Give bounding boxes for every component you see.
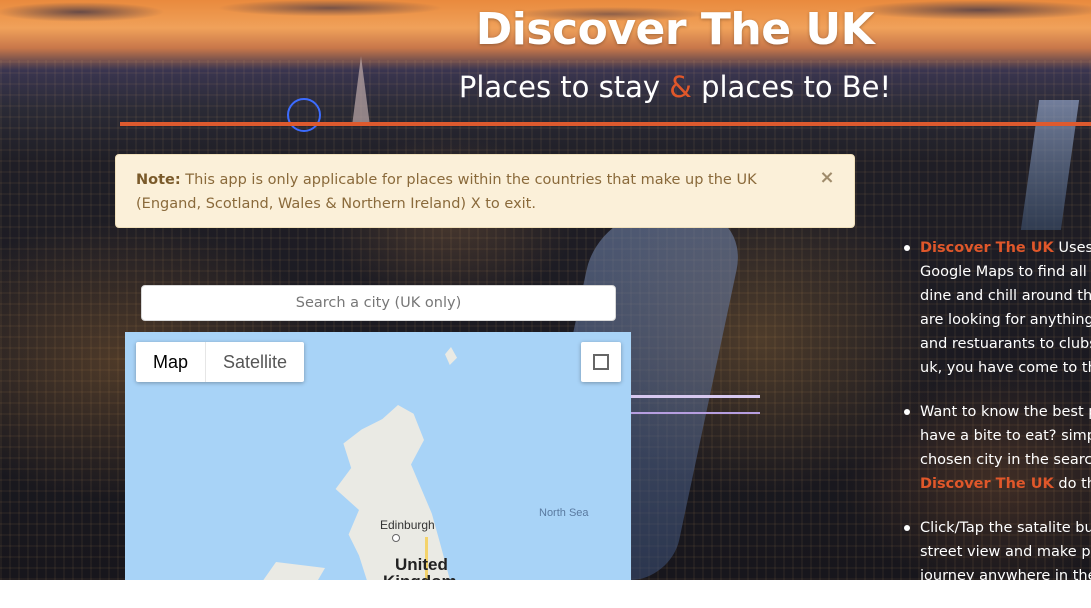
map-type-satellite-button[interactable]: Satellite — [205, 342, 304, 382]
alert-label: Note: — [136, 172, 181, 188]
map-type-map-button[interactable]: Map — [136, 342, 205, 382]
info-text: have a bite to eat? simpl — [920, 428, 1091, 444]
map-land-scotland — [335, 405, 450, 580]
map-land-ireland — [255, 562, 325, 580]
map-label-north-sea: North Sea — [539, 507, 589, 519]
tower-bridge — [630, 395, 760, 414]
info-text: and restuarants to clubs — [920, 336, 1091, 352]
note-alert: Note: This app is only applicable for pl… — [115, 154, 855, 228]
map-label-country-2: Kingdom — [383, 572, 457, 580]
info-text: chosen city in the search — [920, 452, 1091, 468]
info-item-3: Click/Tap the satalite bu street view an… — [904, 516, 1091, 588]
subtitle-part-2: places to Be! — [691, 70, 892, 104]
map-label-edinburgh: Edinburgh — [380, 518, 435, 532]
info-text: Google Maps to find all — [920, 264, 1087, 280]
info-item-2: Want to know the best p have a bite to e… — [904, 400, 1091, 496]
subtitle-part-1: Places to stay — [458, 70, 670, 104]
google-map[interactable]: Map Satellite North Sea Edinburgh United… — [125, 332, 631, 580]
info-item-1: Discover The UK Uses t Google Maps to fi… — [904, 236, 1091, 380]
info-text: dine and chill around the — [920, 288, 1091, 304]
info-text: Uses t — [1058, 240, 1091, 256]
map-land-orkney — [445, 347, 457, 365]
info-text: are looking for anything — [920, 312, 1091, 328]
info-text: Click/Tap the satalite bu — [920, 520, 1091, 536]
fullscreen-button[interactable] — [581, 342, 621, 382]
info-text: Want to know the best p — [920, 404, 1091, 420]
map-type-toggle: Map Satellite — [136, 342, 305, 382]
brand-link: Discover The UK — [920, 476, 1054, 492]
title-divider — [120, 122, 1091, 126]
page-title: Discover The UK — [475, 4, 875, 55]
close-icon[interactable]: × — [817, 168, 837, 188]
info-text: journey anywhere in the — [920, 568, 1091, 584]
city-search-input[interactable] — [141, 285, 616, 321]
info-text: do the — [1058, 476, 1091, 492]
brand-link: Discover The UK — [920, 240, 1054, 256]
subtitle-ampersand: & — [669, 70, 692, 104]
info-list: Discover The UK Uses t Google Maps to fi… — [904, 236, 1091, 608]
info-text: street view and make pl — [920, 544, 1091, 560]
page-subtitle: Places to stay & places to Be! — [0, 70, 1091, 104]
city-marker-icon — [392, 534, 400, 542]
alert-text: This app is only applicable for places w… — [136, 172, 757, 212]
info-text: uk, you have come to th — [920, 360, 1091, 376]
